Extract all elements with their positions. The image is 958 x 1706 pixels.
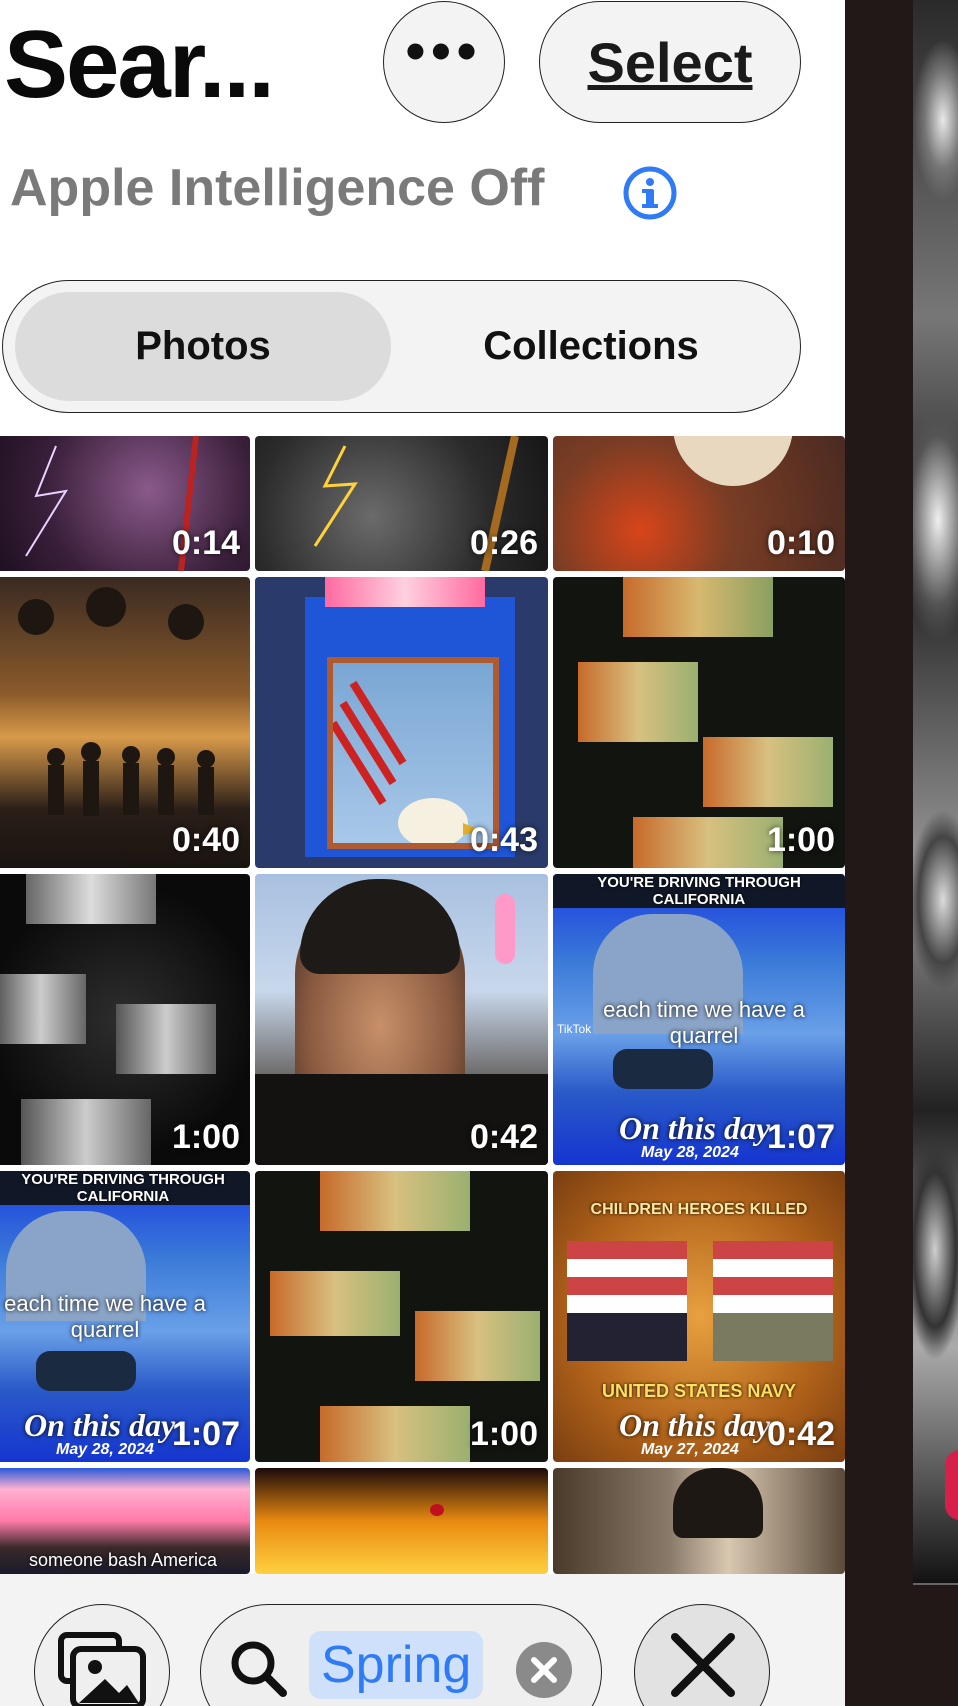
record-indicator bbox=[945, 1450, 958, 1520]
video-thumbnail[interactable]: 0:43 bbox=[255, 577, 548, 868]
skull-art bbox=[320, 1171, 470, 1231]
skull-art bbox=[0, 974, 86, 1044]
video-banner-text: YOU'RE DRIVING THROUGH CALIFORNIA bbox=[0, 1171, 250, 1205]
results-grid: 0:14 0:26 0:10 0:40 0:43 1:00 1:00 0:42 … bbox=[0, 436, 845, 1574]
video-thumbnail[interactable]: 0:14 bbox=[0, 436, 250, 571]
skull-art bbox=[578, 662, 698, 742]
video-thumbnail[interactable]: 0:26 bbox=[255, 436, 548, 571]
video-thumbnail[interactable]: 0:10 bbox=[553, 436, 845, 571]
video-banner-text: CHILDREN HEROES KILLED bbox=[590, 1201, 808, 1218]
video-subtitle: UNITED STATES NAVY bbox=[601, 1381, 796, 1401]
video-thumbnail[interactable]: 1:00 bbox=[255, 1171, 548, 1462]
hair-art bbox=[673, 1468, 763, 1538]
skull-art bbox=[270, 1271, 400, 1336]
heart-icon bbox=[430, 1504, 444, 1516]
video-duration: 0:40 bbox=[171, 821, 240, 859]
video-duration: 0:26 bbox=[469, 524, 538, 562]
video-thumbnail[interactable]: CHILDREN HEROES KILLED UNITED STATES NAV… bbox=[553, 1171, 845, 1462]
video-duration: 1:07 bbox=[766, 1118, 835, 1156]
video-date: May 28, 2024 bbox=[641, 1144, 739, 1161]
on-this-day-text: On this day bbox=[619, 1407, 771, 1443]
library-button[interactable] bbox=[34, 1604, 170, 1706]
video-duration: 0:14 bbox=[171, 524, 240, 562]
video-thumbnail[interactable]: 1:00 bbox=[553, 577, 845, 868]
info-icon[interactable] bbox=[622, 165, 678, 221]
on-this-day-text: On this day bbox=[24, 1407, 176, 1443]
skull-art bbox=[703, 737, 833, 807]
car-art bbox=[36, 1351, 136, 1391]
video-duration: 1:00 bbox=[469, 1415, 538, 1453]
hair-art bbox=[300, 879, 460, 974]
sailor-photo bbox=[567, 1241, 687, 1361]
video-duration: 1:00 bbox=[766, 821, 835, 859]
video-duration: 0:42 bbox=[766, 1415, 835, 1453]
video-banner-text: YOU'RE DRIVING THROUGH CALIFORNIA bbox=[553, 874, 845, 908]
close-search-button[interactable] bbox=[634, 1604, 770, 1706]
car-art bbox=[613, 1049, 713, 1089]
on-this-day-text: On this day bbox=[619, 1110, 771, 1146]
video-thumbnail[interactable]: someone bash America bbox=[0, 1468, 250, 1574]
skull-art bbox=[633, 817, 783, 868]
search-field[interactable]: Spring bbox=[200, 1604, 602, 1706]
video-thumbnail[interactable]: YOU'RE DRIVING THROUGH CALIFORNIA each t… bbox=[0, 1171, 250, 1462]
video-thumbnail[interactable]: 1:00 bbox=[0, 874, 250, 1165]
video-thumbnail[interactable]: 0:42 bbox=[255, 874, 548, 1165]
video-thumbnail[interactable] bbox=[255, 1468, 548, 1574]
skull-art bbox=[673, 436, 793, 486]
bottom-toolbar: Spring bbox=[0, 1574, 845, 1706]
video-date: May 27, 2024 bbox=[641, 1441, 739, 1458]
page-title: Sear... bbox=[4, 11, 275, 118]
ellipsis-icon: ••• bbox=[405, 19, 483, 82]
select-button[interactable]: Select bbox=[539, 1, 801, 123]
tab-photos[interactable]: Photos bbox=[15, 292, 391, 401]
intelligence-status-label: Apple Intelligence Off bbox=[10, 159, 545, 217]
background-content-strip bbox=[845, 0, 958, 1706]
video-duration: 1:07 bbox=[171, 1415, 240, 1453]
tab-collections[interactable]: Collections bbox=[401, 292, 781, 401]
skull-art bbox=[26, 874, 156, 924]
fairy-art bbox=[495, 894, 515, 964]
skull-art bbox=[21, 1099, 151, 1165]
flag-art bbox=[329, 680, 483, 848]
skull-art bbox=[116, 1004, 216, 1074]
video-thumbnail[interactable]: YOU'RE DRIVING THROUGH CALIFORNIA each t… bbox=[553, 874, 845, 1165]
skull-art bbox=[623, 577, 773, 637]
video-thumbnail[interactable] bbox=[553, 1468, 845, 1574]
background-photo bbox=[913, 0, 958, 1585]
search-token[interactable]: Spring bbox=[309, 1631, 484, 1699]
video-duration: 0:42 bbox=[469, 1118, 538, 1156]
soldier-photo bbox=[713, 1241, 833, 1361]
video-caption: each time we have a quarrel bbox=[4, 1291, 206, 1342]
video-duration: 0:10 bbox=[766, 524, 835, 562]
more-options-button[interactable]: ••• bbox=[383, 1, 505, 123]
search-icon bbox=[231, 1641, 287, 1697]
video-duration: 1:00 bbox=[171, 1118, 240, 1156]
skull-art bbox=[320, 1406, 470, 1462]
video-thumbnail[interactable]: 0:40 bbox=[0, 577, 250, 868]
video-caption: someone bash America bbox=[28, 1550, 218, 1570]
search-panel: Sear... ••• Select Apple Intelligence Of… bbox=[0, 0, 845, 1706]
video-caption: each time we have a quarrel bbox=[603, 997, 805, 1048]
clear-search-icon[interactable] bbox=[515, 1641, 573, 1699]
video-duration: 0:43 bbox=[469, 821, 538, 859]
skull-art bbox=[415, 1311, 540, 1381]
close-icon bbox=[671, 1633, 735, 1697]
video-date: May 28, 2024 bbox=[56, 1441, 154, 1458]
photos-library-icon bbox=[58, 1632, 146, 1706]
flower-art bbox=[325, 577, 485, 607]
source-watermark: TikTok bbox=[557, 1022, 592, 1036]
divider bbox=[913, 1583, 958, 1585]
view-segmented-control: Photos Collections bbox=[2, 280, 801, 413]
